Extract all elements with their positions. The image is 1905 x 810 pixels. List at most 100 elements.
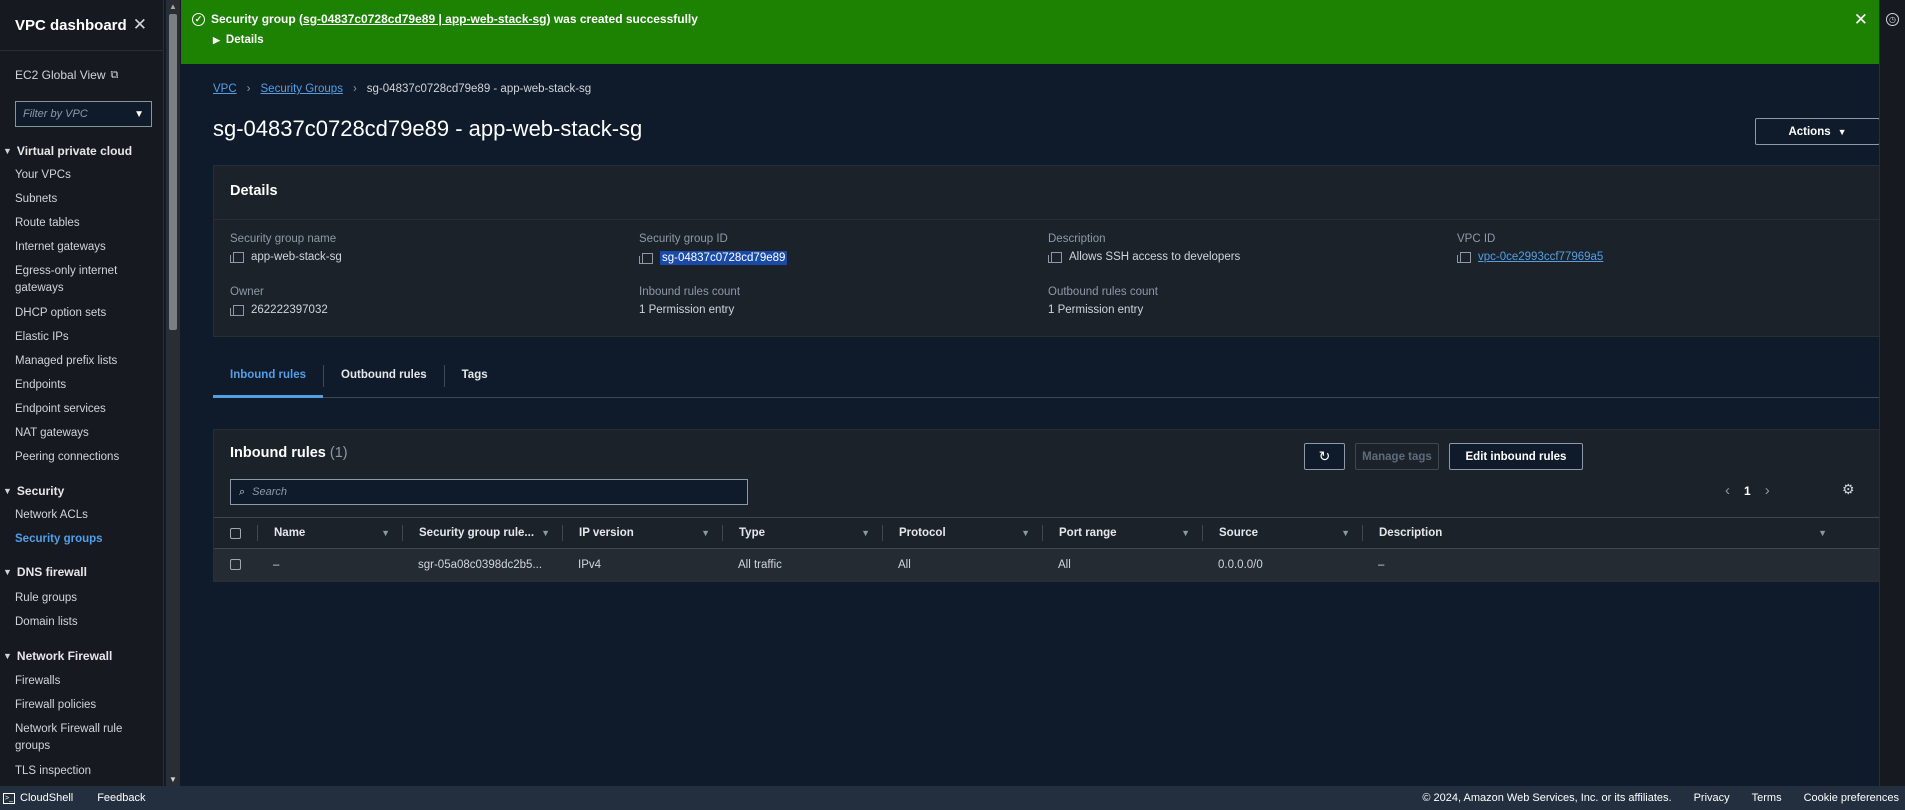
chevron-left-icon[interactable]: ‹ [1725,482,1730,499]
outbound-count-label: Outbound rules count [1048,286,1158,298]
sidebar-item-egress-only-gateways[interactable]: Egress-only internet gateways [15,263,125,297]
gear-icon[interactable]: ⚙ [1842,481,1855,498]
sidebar-item-nat-gateways[interactable]: NAT gateways [15,425,125,442]
chevron-right-icon[interactable]: › [1765,482,1770,499]
close-flash-icon[interactable]: ✕ [1854,10,1868,30]
sidebar-header: VPC dashboard ✕ [0,0,163,51]
sort-icon: ▼ [1341,528,1350,538]
sidebar-item-elastic-ips[interactable]: Elastic IPs [15,329,125,346]
sg-id-field: Security group ID sg-04837c0728cd79e89 [639,233,1029,265]
manage-tags-button[interactable]: Manage tags [1355,443,1439,470]
flash-details-label: Details [225,34,264,46]
scroll-up-icon[interactable]: ▲ [169,2,177,11]
select-all-checkbox[interactable] [230,527,241,539]
sidebar-item-network-acls[interactable]: Network ACLs [15,507,125,524]
col-protocol[interactable]: Protocol ▼ [882,525,1042,541]
sort-icon: ▼ [541,528,550,538]
col-type[interactable]: Type ▼ [722,525,882,541]
section-label: DNS firewall [16,565,87,579]
tab-outbound-rules[interactable]: Outbound rules [324,360,444,398]
copy-icon[interactable] [639,252,653,264]
inbound-rules-heading: Inbound rules [230,445,326,461]
breadcrumb-vpc[interactable]: VPC [213,83,237,95]
search-icon: ⌕ [239,485,246,498]
col-description[interactable]: Description ▼ [1362,525,1839,541]
scrollbar-thumb[interactable] [169,14,177,330]
section-security[interactable]: ▼ Security [0,484,64,498]
cell-description: – [1378,558,1385,571]
col-ip-version[interactable]: IP version ▼ [562,525,722,541]
owner-label: Owner [230,286,264,298]
sidebar-item-dhcp-option-sets[interactable]: DHCP option sets [15,305,125,322]
sidebar-item-endpoint-services[interactable]: Endpoint services [15,401,125,418]
inbound-rules-panel: Inbound rules (1) ↻ Manage tags Edit inb… [213,429,1880,582]
cloudshell-button[interactable]: >_ CloudShell [3,792,73,804]
copy-icon[interactable] [1457,251,1471,263]
sidebar-item-subnets[interactable]: Subnets [15,191,125,208]
col-name[interactable]: Name ▼ [257,525,402,541]
edit-inbound-rules-button[interactable]: Edit inbound rules [1449,443,1583,470]
refresh-button[interactable]: ↻ [1304,443,1345,470]
sidebar-item-tls-inspection[interactable]: TLS inspection [15,763,125,780]
sidebar-title[interactable]: VPC dashboard [15,17,127,34]
main-content: ✓ Security group (sg-04837c0728cd79e89 |… [181,0,1880,786]
feedback-link[interactable]: Feedback [97,792,145,804]
close-sidebar-icon[interactable]: ✕ [133,15,147,35]
col-label: Name [274,527,306,539]
flash-details-toggle[interactable]: ▶ Details [213,34,264,46]
ec2-global-view-link[interactable]: EC2 Global View ⧉ [15,68,118,82]
section-network-firewall[interactable]: ▼ Network Firewall [0,649,112,663]
sidebar-item-endpoints[interactable]: Endpoints [15,377,125,394]
caret-down-icon: ▼ [134,108,144,120]
copyright-text: © 2024, Amazon Web Services, Inc. or its… [1422,792,1672,804]
sidebar-item-domain-lists[interactable]: Domain lists [15,614,125,631]
copy-icon[interactable] [230,251,244,263]
col-source[interactable]: Source ▼ [1202,525,1362,541]
table-row[interactable]: – sgr-05a08c0398dc2b5... IPv4 All traffi… [214,549,1879,581]
sidebar-item-peering-connections[interactable]: Peering connections [15,449,125,466]
tab-tags[interactable]: Tags [445,360,505,398]
vpc-id-link[interactable]: vpc-0ce2993ccf77969a5 [1478,251,1603,263]
section-dns-firewall[interactable]: ▼ DNS firewall [0,565,87,579]
copy-icon[interactable] [1048,251,1062,263]
sidebar-item-firewalls[interactable]: Firewalls [15,673,125,690]
row-checkbox[interactable] [230,559,241,570]
col-label: IP version [579,527,634,539]
sidebar-item-route-tables[interactable]: Route tables [15,215,125,232]
sort-icon: ▼ [701,528,710,538]
col-port-range[interactable]: Port range ▼ [1042,525,1202,541]
info-panel-icon[interactable]: ◷ [1886,13,1899,26]
sort-icon: ▼ [381,528,390,538]
col-rule-id[interactable]: Security group rule... ▼ [402,525,562,541]
page-number[interactable]: 1 [1744,484,1751,498]
rules-search-input[interactable]: ⌕ Search [230,479,748,505]
actions-button[interactable]: Actions ▼ [1755,118,1880,145]
sidebar-item-internet-gateways[interactable]: Internet gateways [15,239,125,256]
vpc-filter-select[interactable]: Filter by VPC ▼ [15,101,152,127]
sidebar-item-rule-groups[interactable]: Rule groups [15,590,125,607]
scroll-down-icon[interactable]: ▼ [169,775,177,784]
sidebar-scrollbar[interactable]: ▲ ▼ [166,0,180,786]
sidebar-item-firewall-policies[interactable]: Firewall policies [15,697,125,714]
sidebar-item-network-firewall-rule-groups[interactable]: Network Firewall rule groups [15,721,125,755]
flash-sg-link[interactable]: sg-04837c0728cd79e89 | app-web-stack-sg [303,12,547,26]
col-label: Type [739,527,765,539]
outbound-count-field: Outbound rules count 1 Permission entry [1048,286,1438,316]
privacy-link[interactable]: Privacy [1694,792,1730,804]
caret-right-icon: ▶ [213,34,220,45]
footer: >_ CloudShell Feedback © 2024, Amazon We… [0,786,1905,810]
cookie-preferences-link[interactable]: Cookie preferences [1804,792,1899,804]
col-label: Protocol [899,527,946,539]
sidebar-item-your-vpcs[interactable]: Your VPCs [15,167,125,184]
breadcrumb-security-groups[interactable]: Security Groups [261,83,343,95]
details-panel: Details Security group name app-web-stac… [213,165,1880,337]
terms-link[interactable]: Terms [1752,792,1782,804]
sidebar-item-security-groups[interactable]: Security groups [15,531,125,548]
ec2-global-view-label: EC2 Global View [15,68,106,82]
tab-inbound-rules[interactable]: Inbound rules [213,360,324,398]
sidebar-item-managed-prefix-lists[interactable]: Managed prefix lists [15,353,125,370]
section-virtual-private-cloud[interactable]: ▼ Virtual private cloud [0,144,132,158]
sg-name-value: app-web-stack-sg [251,251,342,263]
col-label: Port range [1059,527,1117,539]
copy-icon[interactable] [230,304,244,316]
